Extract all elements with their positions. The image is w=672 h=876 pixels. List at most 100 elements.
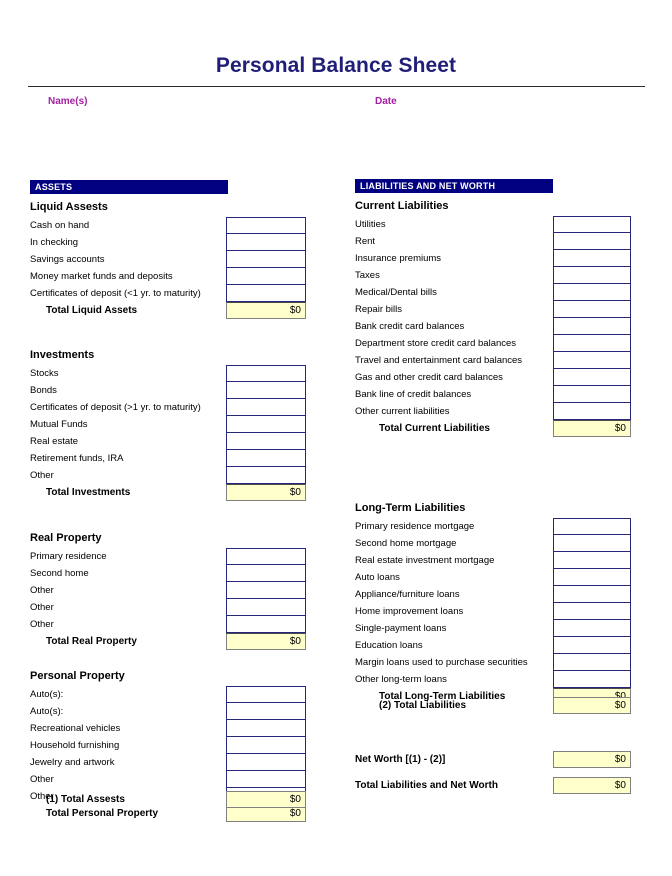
input-education-loans-1-7[interactable] bbox=[553, 637, 631, 654]
input-stocks-1-0[interactable] bbox=[226, 365, 306, 382]
row-label-utilities-0-0: Utilities bbox=[355, 219, 386, 230]
input-utilities-0-0[interactable] bbox=[553, 216, 631, 233]
input-auto-loans-1-3[interactable] bbox=[553, 569, 631, 586]
input-money-market-funds-and-deposits-0-3[interactable] bbox=[226, 268, 306, 285]
input-medical-dental-bills-0-4[interactable] bbox=[553, 284, 631, 301]
total-label-net-worth-1-2: Net Worth [(1) - (2)] bbox=[355, 754, 446, 765]
group-heading-personal-property: Personal Property bbox=[30, 670, 125, 682]
input-cash-on-hand-0-0[interactable] bbox=[226, 217, 306, 234]
row-label-savings-accounts-0-2: Savings accounts bbox=[30, 254, 105, 265]
total-label-2-total-liabilities: (2) Total Liabilities bbox=[379, 700, 467, 711]
row-label-other-2-2: Other bbox=[30, 585, 54, 596]
input-other-long-term-loans-1-9[interactable] bbox=[553, 671, 631, 688]
assets-column: ASSETS Liquid Assests Cash on hand In chec… bbox=[30, 0, 330, 876]
input-insurance-premiums-0-2[interactable] bbox=[553, 250, 631, 267]
input-jewelry-and-artwork-3-4[interactable] bbox=[226, 754, 306, 771]
row-label-rent-0-1: Rent bbox=[355, 236, 376, 247]
group-heading-real-property: Real Property bbox=[30, 532, 102, 544]
row-label-single-payment-loans-1-6: Single-payment loans bbox=[355, 623, 447, 634]
input-other-2-2[interactable] bbox=[226, 582, 306, 599]
row-label-retirement-funds-ira-1-5: Retirement funds, IRA bbox=[30, 453, 124, 464]
row-label-margin-loans-used-to-purchase-securities-1-8: Margin loans used to purchase securities bbox=[355, 657, 528, 668]
input-margin-loans-used-to-purchase-securities-1-8[interactable] bbox=[553, 654, 631, 671]
total-label-total-current-liabilities: Total Current Liabilities bbox=[379, 423, 490, 434]
row-label-education-loans-1-7: Education loans bbox=[355, 640, 423, 651]
input-other-current-liabilities-0-11[interactable] bbox=[553, 403, 631, 420]
row-label-real-estate-investment-mortgage-1-2: Real estate investment mortgage bbox=[355, 555, 495, 566]
row-label-auto-s-3-1: Auto(s): bbox=[30, 706, 64, 717]
input-primary-residence-2-0[interactable] bbox=[226, 548, 306, 565]
row-label-real-estate-1-4: Real estate bbox=[30, 436, 79, 447]
row-label-stocks-1-0: Stocks bbox=[30, 368, 59, 379]
input-appliance-furniture-loans-1-4[interactable] bbox=[553, 586, 631, 603]
input-other-2-4[interactable] bbox=[226, 616, 306, 633]
input-retirement-funds-ira-1-5[interactable] bbox=[226, 450, 306, 467]
input-home-improvement-loans-1-5[interactable] bbox=[553, 603, 631, 620]
row-label-second-home-2-1: Second home bbox=[30, 568, 89, 579]
row-label-auto-s-3-0: Auto(s): bbox=[30, 689, 64, 700]
row-label-medical-dental-bills-0-4: Medical/Dental bills bbox=[355, 287, 437, 298]
total-value-total-liquid-assets: $0 bbox=[226, 302, 306, 319]
total-label-total-liabilities-and-net-worth: Total Liabilities and Net Worth bbox=[355, 780, 498, 791]
group-heading-liquid-assests: Liquid Assests bbox=[30, 201, 108, 213]
input-certificates-of-deposit-1-yr-to-maturity-0-4[interactable] bbox=[226, 285, 306, 302]
row-label-money-market-funds-and-deposits-0-3: Money market funds and deposits bbox=[30, 271, 173, 282]
row-label-certificates-of-deposit-1-yr-to-maturity-0-4: Certificates of deposit (<1 yr. to matur… bbox=[30, 288, 201, 299]
row-label-travel-and-entertainment-card-balances-0-8: Travel and entertainment card balances bbox=[355, 355, 523, 366]
liabilities-column: LIABILITIES AND NET WORTH Current Liabil… bbox=[355, 0, 655, 876]
row-label-bank-credit-card-balances-0-6: Bank credit card balances bbox=[355, 321, 465, 332]
input-primary-residence-mortgage-1-0[interactable] bbox=[553, 518, 631, 535]
row-label-home-improvement-loans-1-5: Home improvement loans bbox=[355, 606, 464, 617]
input-taxes-0-3[interactable] bbox=[553, 267, 631, 284]
input-second-home-2-1[interactable] bbox=[226, 565, 306, 582]
input-single-payment-loans-1-6[interactable] bbox=[553, 620, 631, 637]
total-label-total-real-property: Total Real Property bbox=[46, 636, 137, 647]
input-gas-and-other-credit-card-balances-0-9[interactable] bbox=[553, 369, 631, 386]
row-label-auto-loans-1-3: Auto loans bbox=[355, 572, 400, 583]
input-second-home-mortgage-1-1[interactable] bbox=[553, 535, 631, 552]
row-label-bank-line-of-credit-balances-0-10: Bank line of credit balances bbox=[355, 389, 472, 400]
input-auto-s-3-1[interactable] bbox=[226, 703, 306, 720]
input-recreational-vehicles-3-2[interactable] bbox=[226, 720, 306, 737]
total-value-net-worth-1-2: $0 bbox=[553, 751, 631, 768]
row-label-jewelry-and-artwork-3-4: Jewelry and artwork bbox=[30, 757, 115, 768]
input-certificates-of-deposit-1-yr-to-maturity-1-2[interactable] bbox=[226, 399, 306, 416]
input-real-estate-investment-mortgage-1-2[interactable] bbox=[553, 552, 631, 569]
row-label-other-current-liabilities-0-11: Other current liabilities bbox=[355, 406, 450, 417]
input-department-store-credit-card-balances-0-7[interactable] bbox=[553, 335, 631, 352]
input-travel-and-entertainment-card-balances-0-8[interactable] bbox=[553, 352, 631, 369]
total-value-total-real-property: $0 bbox=[226, 633, 306, 650]
total-label-total-investments: Total Investments bbox=[46, 487, 131, 498]
total-value-total-current-liabilities: $0 bbox=[553, 420, 631, 437]
row-label-primary-residence-mortgage-1-0: Primary residence mortgage bbox=[355, 521, 475, 532]
input-other-1-6[interactable] bbox=[226, 467, 306, 484]
input-household-furnishing-3-3[interactable] bbox=[226, 737, 306, 754]
row-label-in-checking-0-1: In checking bbox=[30, 237, 79, 248]
row-label-repair-bills-0-5: Repair bills bbox=[355, 304, 402, 315]
row-label-mutual-funds-1-3: Mutual Funds bbox=[30, 419, 88, 430]
total-label-1-total-assests: (1) Total Assests bbox=[46, 794, 125, 805]
input-mutual-funds-1-3[interactable] bbox=[226, 416, 306, 433]
input-other-3-5[interactable] bbox=[226, 771, 306, 788]
total-value-total-liabilities-and-net-worth: $0 bbox=[553, 777, 631, 794]
input-bank-credit-card-balances-0-6[interactable] bbox=[553, 318, 631, 335]
input-repair-bills-0-5[interactable] bbox=[553, 301, 631, 318]
group-heading-long-term-liabilities: Long-Term Liabilities bbox=[355, 502, 466, 514]
row-label-household-furnishing-3-3: Household furnishing bbox=[30, 740, 120, 751]
input-in-checking-0-1[interactable] bbox=[226, 234, 306, 251]
row-label-department-store-credit-card-balances-0-7: Department store credit card balances bbox=[355, 338, 517, 349]
input-real-estate-1-4[interactable] bbox=[226, 433, 306, 450]
input-bonds-1-1[interactable] bbox=[226, 382, 306, 399]
total-label-total-personal-property: Total Personal Property bbox=[46, 808, 159, 819]
group-heading-current-liabilities: Current Liabilities bbox=[355, 200, 449, 212]
row-label-certificates-of-deposit-1-yr-to-maturity-1-2: Certificates of deposit (>1 yr. to matur… bbox=[30, 402, 201, 413]
input-bank-line-of-credit-balances-0-10[interactable] bbox=[553, 386, 631, 403]
row-label-other-2-4: Other bbox=[30, 619, 54, 630]
input-auto-s-3-0[interactable] bbox=[226, 686, 306, 703]
total-value-total-investments: $0 bbox=[226, 484, 306, 501]
row-label-cash-on-hand-0-0: Cash on hand bbox=[30, 220, 90, 231]
input-other-2-3[interactable] bbox=[226, 599, 306, 616]
row-label-gas-and-other-credit-card-balances-0-9: Gas and other credit card balances bbox=[355, 372, 503, 383]
input-savings-accounts-0-2[interactable] bbox=[226, 251, 306, 268]
input-rent-0-1[interactable] bbox=[553, 233, 631, 250]
